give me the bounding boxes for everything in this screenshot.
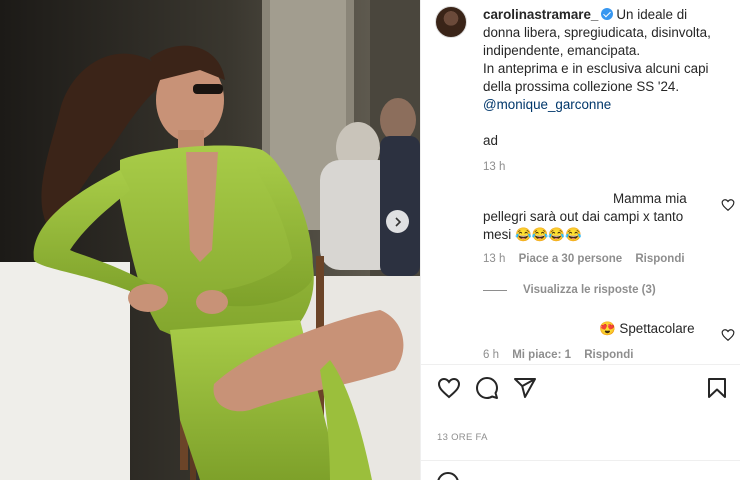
heart-icon[interactable] (721, 198, 735, 212)
emoji-icon[interactable] (437, 472, 459, 480)
verified-badge-icon (601, 8, 614, 20)
comment-meta: 6 h Mi piace: 1 Rispondi (483, 346, 643, 364)
caption-time: 13 h (483, 161, 506, 173)
caption-line: donna libera, spregiudicata, disinvolta, (483, 25, 711, 40)
post-actions (435, 376, 731, 402)
view-replies-label: Visualizza le risposte (3) (523, 284, 656, 296)
post-image (0, 0, 420, 480)
share-icon[interactable] (513, 376, 537, 400)
view-replies-button[interactable]: Visualizza le risposte (3) (483, 284, 656, 296)
caption-line: della prossima collezione SS '24. (483, 79, 680, 94)
comment-time: 6 h (483, 349, 499, 361)
comment-line: Mamma mia (613, 191, 687, 206)
caption-mention[interactable]: @monique_garconne (483, 96, 735, 114)
divider (421, 460, 740, 461)
avatar[interactable] (435, 6, 467, 38)
comment-time: 13 h (483, 253, 506, 265)
post-timestamp: 13 ORE FA (437, 432, 488, 443)
reply-button[interactable]: Rispondi (584, 349, 633, 361)
heart-icon[interactable] (721, 328, 735, 342)
comment-likes[interactable]: Mi piace: 1 (512, 349, 571, 361)
carousel-next-button[interactable] (386, 210, 409, 233)
caption-line: In anteprima e in esclusiva alcuni capi (483, 61, 709, 76)
comment-text-cont: pellegri sarà out dai campi x tanto mesi… (483, 208, 707, 244)
bookmark-icon[interactable] (705, 376, 729, 400)
post-photo[interactable] (0, 0, 420, 480)
caption-line: Un ideale di (616, 7, 688, 22)
comment-line: mesi 😂😂😂😂 (483, 227, 582, 242)
comment-likes[interactable]: Piace a 30 persone (519, 253, 623, 265)
reply-button[interactable]: Rispondi (635, 253, 684, 265)
comment-line: pellegri sarà out dai campi x tanto (483, 209, 684, 224)
divider (421, 364, 740, 365)
comment-meta: 13 h Piace a 30 persone Rispondi (483, 250, 695, 268)
caption-username[interactable]: carolinastramare_ (483, 7, 598, 22)
comments-panel: carolinastramare_ Un ideale di donna libe… (420, 0, 740, 480)
caption-line: indipendente, emancipata. (483, 43, 641, 58)
chevron-right-icon (394, 216, 401, 227)
divider-line (483, 289, 507, 291)
caption-ad: ad (483, 133, 498, 148)
comment-icon[interactable] (475, 376, 499, 400)
comment-text: Mamma mia (483, 190, 707, 208)
heart-icon[interactable] (437, 376, 461, 400)
caption-body: carolinastramare_ Un ideale di donna libe… (483, 6, 735, 176)
comment-text: 😍 Spettacolare (599, 321, 695, 336)
